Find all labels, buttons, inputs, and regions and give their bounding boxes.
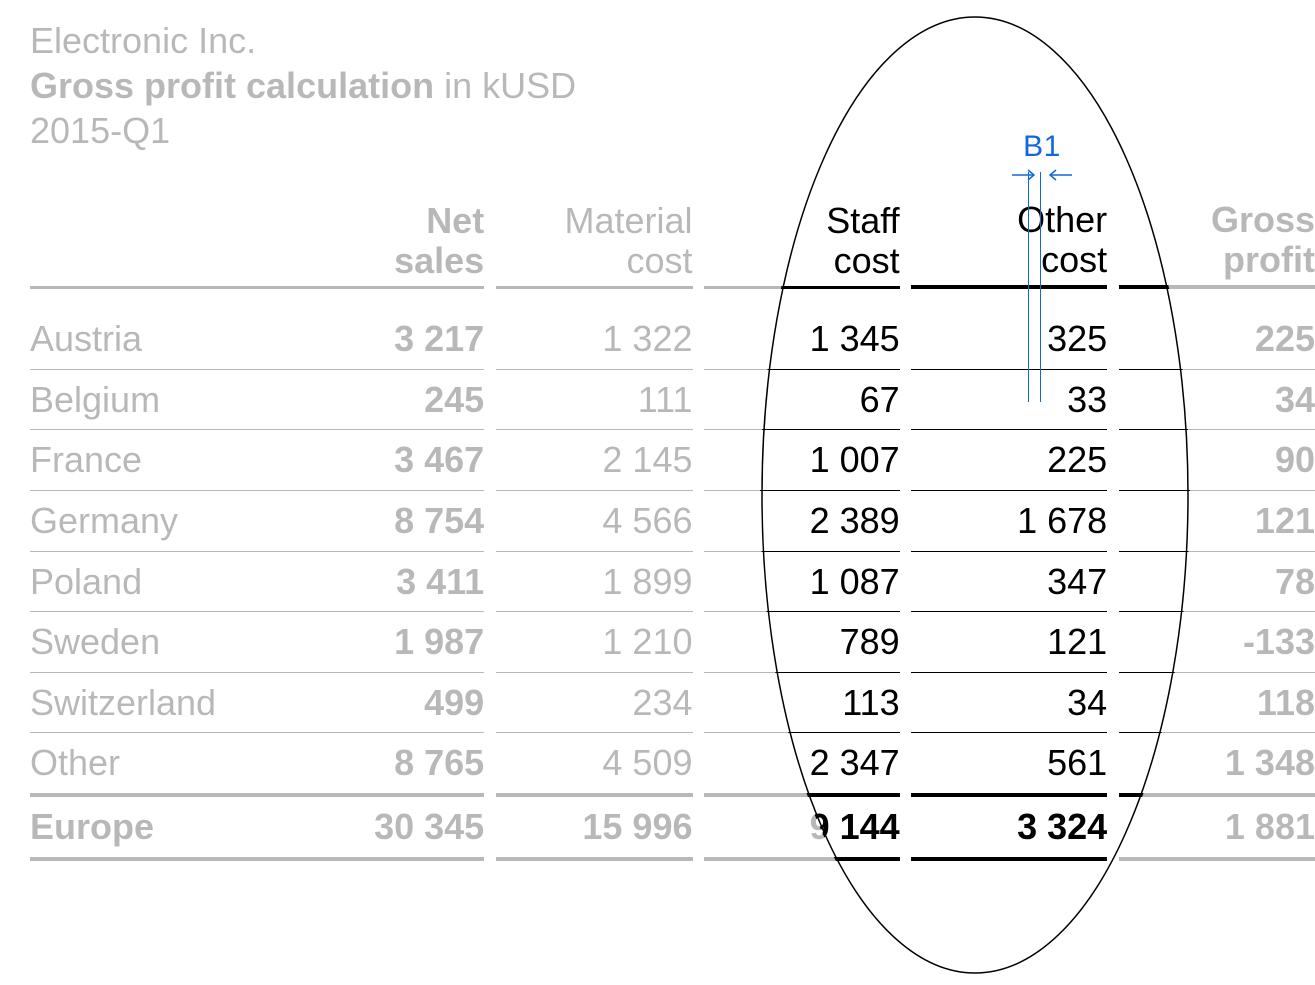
cell-material-cost: 4 509 [496,733,693,797]
col-header-country [30,200,288,289]
cell-net-sales: 8 765 [288,733,484,797]
subtitle-bold: Gross profit calculation [30,65,434,106]
col-header-text: Net [426,200,484,241]
cell-staff-cost: 113 [704,673,899,734]
col-header-text: Gross [1211,199,1315,240]
cell-material-cost: 111 [496,370,693,431]
gross-profit-table: Net sales Material cost Staff cost Other… [30,200,1315,861]
row-label: Austria [30,309,288,370]
cell-material-cost: 234 [496,673,693,734]
table-row: Germany8 7544 5662 3891 678121 [30,491,1315,552]
company-name: Electronic Inc. [30,18,576,63]
cell-material-cost: 4 566 [496,491,693,552]
cell-staff-cost: 789 [704,612,899,673]
report-subtitle: Gross profit calculation in kUSD [30,63,576,108]
total-net-sales: 30 345 [288,797,484,861]
col-header-text: cost [1041,239,1107,280]
table-row: Poland3 4111 8991 08734778 [30,552,1315,613]
total-other-cost: 3 324 [911,797,1107,861]
header-spacer [30,289,1315,309]
cell-material-cost: 1 322 [496,309,693,370]
col-header-staff-cost: Staff cost [704,200,899,289]
table-row: France3 4672 1451 00722590 [30,430,1315,491]
subtitle-unit: in kUSD [434,65,576,106]
cell-other-cost: 347 [911,552,1107,613]
cell-gross-profit: 90 [1119,430,1315,491]
col-header-text: Material [564,200,692,241]
row-label: Other [30,733,288,797]
row-label: Belgium [30,370,288,431]
cell-net-sales: 245 [288,370,484,431]
total-staff-cost: 9 144 [704,797,899,861]
dimension-arrows-icon [1012,166,1072,184]
cell-net-sales: 1 987 [288,612,484,673]
cell-other-cost: 225 [911,430,1107,491]
total-gross-profit: 1 881 [1119,797,1315,861]
total-label: Europe [30,797,288,861]
col-header-net-sales: Net sales [288,200,484,289]
row-label: France [30,430,288,491]
cell-other-cost: 1 678 [911,491,1107,552]
col-header-other-cost: Other cost [911,200,1107,289]
table-row: Austria3 2171 3221 345325225 [30,309,1315,370]
row-label: Germany [30,491,288,552]
cell-other-cost: 34 [911,673,1107,734]
row-label: Sweden [30,612,288,673]
annotation-b1-label: B1 [1012,130,1072,164]
row-label: Poland [30,552,288,613]
cell-gross-profit: 118 [1119,673,1315,734]
report-title-block: Electronic Inc. Gross profit calculation… [30,18,576,153]
table-row: Switzerland49923411334118 [30,673,1315,734]
col-header-material-cost: Material cost [496,200,693,289]
cell-gross-profit: 34 [1119,370,1315,431]
cell-gross-profit: 225 [1119,309,1315,370]
cell-net-sales: 499 [288,673,484,734]
cell-net-sales: 8 754 [288,491,484,552]
report-period: 2015-Q1 [30,108,576,153]
cell-material-cost: 1 210 [496,612,693,673]
cell-gross-profit: 121 [1119,491,1315,552]
table-body: Austria3 2171 3221 345325225Belgium24511… [30,309,1315,797]
col-header-gross-profit: Gross profit [1119,200,1315,289]
cell-material-cost: 2 145 [496,430,693,491]
cell-gross-profit: -133 [1119,612,1315,673]
col-header-text: profit [1223,239,1315,280]
col-header-text: Staff [826,200,899,241]
cell-staff-cost: 1 007 [704,430,899,491]
col-header-text: cost [626,240,692,281]
cell-gross-profit: 1 348 [1119,733,1315,797]
cell-net-sales: 3 411 [288,552,484,613]
table-total-row: Europe 30 345 15 996 9 144 3 324 1 881 [30,797,1315,861]
col-header-text: cost [834,240,900,281]
cell-material-cost: 1 899 [496,552,693,613]
col-header-text: sales [394,240,484,281]
cell-net-sales: 3 467 [288,430,484,491]
cell-other-cost: 325 [911,309,1107,370]
cell-staff-cost: 2 389 [704,491,899,552]
cell-staff-cost: 1 345 [704,309,899,370]
total-material-cost: 15 996 [496,797,693,861]
cell-staff-cost: 2 347 [704,733,899,797]
col-header-text: Other [1017,199,1107,240]
table-header-row: Net sales Material cost Staff cost Other… [30,200,1315,289]
cell-gross-profit: 78 [1119,552,1315,613]
annotation-b1: B1 [1012,130,1072,184]
page: Electronic Inc. Gross profit calculation… [0,0,1315,985]
cell-staff-cost: 67 [704,370,899,431]
cell-staff-cost: 1 087 [704,552,899,613]
cell-other-cost: 33 [911,370,1107,431]
table-row: Sweden1 9871 210789121-133 [30,612,1315,673]
table-row: Other8 7654 5092 3475611 348 [30,733,1315,797]
cell-other-cost: 561 [911,733,1107,797]
cell-net-sales: 3 217 [288,309,484,370]
table-row: Belgium245111673334 [30,370,1315,431]
cell-other-cost: 121 [911,612,1107,673]
row-label: Switzerland [30,673,288,734]
